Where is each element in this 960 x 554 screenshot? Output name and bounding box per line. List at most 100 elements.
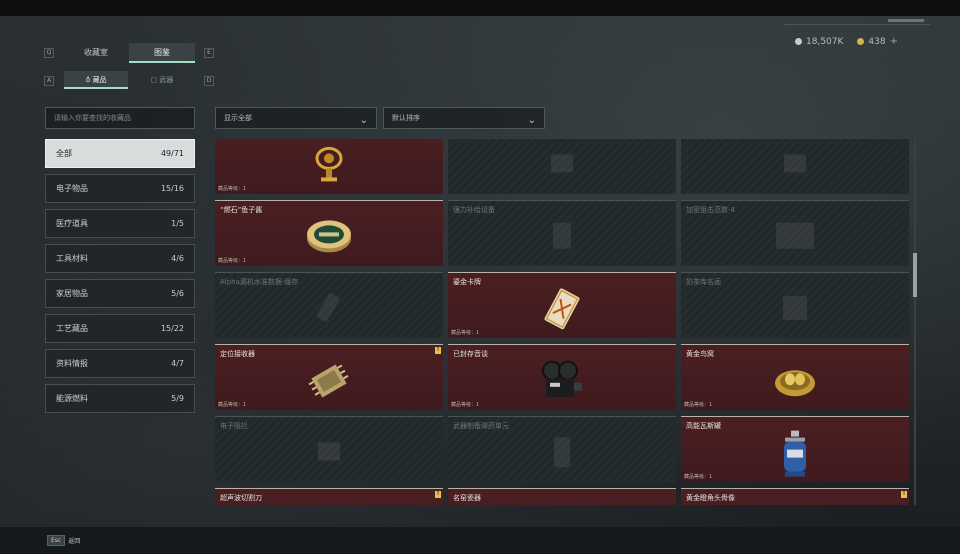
silver-value: 18,507K: [806, 36, 844, 47]
collectible-card[interactable]: 高能瓦斯罐藏品等级：1: [681, 416, 909, 482]
category-medical[interactable]: 医疗道具 1/5: [45, 209, 195, 238]
back-button[interactable]: Esc 返回: [47, 533, 80, 547]
collectible-grade: 藏品等级：1: [451, 330, 480, 336]
search-input[interactable]: 请输入你要查找的收藏品: [45, 107, 195, 129]
collectible-name: 武器制备弹药单元: [453, 422, 509, 430]
category-count: 4/7: [171, 359, 184, 368]
collectible-card[interactable]: 黄金鸟窝 藏品等级：1: [681, 344, 909, 410]
category-tools[interactable]: 工具材料 4/6: [45, 244, 195, 273]
collectible-card[interactable]: 藏品等级：1: [215, 139, 443, 194]
gas-canister-icon: [777, 427, 813, 483]
collectible-card[interactable]: 强力补给设备: [448, 200, 676, 266]
collectible-card[interactable]: Alpha漏机水准数据-缓存: [215, 272, 443, 338]
category-energy[interactable]: 能源燃料 5/9: [45, 384, 195, 413]
category-count: 49/71: [160, 149, 184, 158]
golden-nest-icon: [772, 361, 818, 403]
receiver-icon: [306, 358, 352, 408]
subtab-weapons[interactable]: ▢ 武器: [129, 71, 195, 89]
chevron-down-icon: ⌄: [359, 115, 368, 126]
tab-prev-key[interactable]: Q: [44, 48, 54, 58]
collectible-name: 超声波切割刀: [220, 494, 262, 502]
filter-value: 显示全部: [224, 114, 252, 122]
category-crafts[interactable]: 工艺藏品 15/22: [45, 314, 195, 343]
collectible-name: Alpha漏机水准数据-缓存: [220, 278, 299, 286]
category-intel[interactable]: 资料情报 4/7: [45, 349, 195, 378]
grid-scrollbar-thumb[interactable]: [913, 253, 917, 297]
category-electronics[interactable]: 电子物品 15/16: [45, 174, 195, 203]
collectible-grade: 藏品等级：1: [451, 402, 480, 408]
gold-currency: 438 +: [857, 36, 898, 47]
collectible-name: 已封存音谈: [453, 350, 488, 358]
gold-card-icon: [540, 286, 584, 334]
collectible-card[interactable]: 定位接收器藏品等级：1!: [215, 344, 443, 410]
painting-icon: [778, 290, 812, 328]
subtab-next-key[interactable]: D: [204, 76, 214, 86]
collectible-card[interactable]: 武器制备弹药单元: [448, 416, 676, 482]
subtab-prev-key[interactable]: A: [44, 76, 54, 86]
collectible-card[interactable]: 奶茶库名画: [681, 272, 909, 338]
supply-device-icon: [547, 218, 577, 256]
collectible-name: 黄金瞪角头骨像: [686, 494, 735, 502]
collectible-card[interactable]: 名窑瓷器藏品等级：1: [448, 488, 676, 505]
caviar-tin-icon: [304, 216, 354, 260]
collectible-icon: ♁: [85, 76, 93, 84]
film-projector-icon: [538, 358, 586, 406]
new-badge: !: [435, 347, 441, 354]
blade-icon: [309, 504, 349, 505]
tab-codex[interactable]: 图鉴: [129, 43, 195, 63]
new-badge: !: [901, 491, 907, 498]
tab-next-key[interactable]: E: [204, 48, 214, 58]
back-label: 返回: [68, 537, 81, 545]
add-gold-button[interactable]: +: [890, 36, 898, 47]
device-icon: [314, 436, 344, 470]
collectible-card[interactable]: 已封存音谈藏品等级：1: [448, 344, 676, 410]
collectible-card[interactable]: 超声波切割刀藏品等级：1!: [215, 488, 443, 505]
collectible-name: 高能瓦斯罐: [686, 422, 721, 430]
collectible-card[interactable]: 鎏金卡牌藏品等级：1: [448, 272, 676, 338]
canister-icon: [547, 433, 577, 475]
collectible-grade: 藏品等级：1: [684, 402, 713, 408]
category-count: 4/6: [171, 254, 184, 263]
collectible-name: 鎏金卡牌: [453, 278, 481, 286]
subtab-collectibles-label: 藏品: [92, 76, 107, 84]
category-label: 电子物品: [56, 184, 88, 193]
sort-dropdown[interactable]: 默认排序 ⌄: [383, 107, 545, 129]
chess-piece-icon: [547, 504, 577, 505]
collectible-grade: 藏品等级：1: [218, 402, 247, 408]
tab-collection-room[interactable]: 收藏室: [64, 43, 128, 63]
collectible-card[interactable]: 黄金瞪角头骨像藏品等级：1!: [681, 488, 909, 505]
subtab-weapons-label: 武器: [159, 76, 174, 84]
category-household[interactable]: 家居物品 5/6: [45, 279, 195, 308]
subtab-collectibles[interactable]: ♁ 藏品: [64, 71, 128, 89]
category-all[interactable]: 全部 49/71: [45, 139, 195, 168]
category-label: 家居物品: [56, 289, 88, 298]
collectible-card[interactable]: [448, 139, 676, 194]
collectible-name: 强力补给设备: [453, 206, 495, 214]
collectible-name: 名窑瓷器: [453, 494, 481, 502]
category-count: 15/16: [160, 184, 184, 193]
collectible-grade: 藏品等级：1: [218, 186, 247, 192]
category-label: 资料情报: [56, 359, 88, 368]
esc-key: Esc: [47, 534, 66, 546]
usb-drive-icon: [312, 290, 346, 328]
collectible-card[interactable]: 电子阻拦: [215, 416, 443, 482]
chevron-down-icon: ⌄: [527, 115, 536, 126]
collectible-grade: 藏品等级：1: [218, 258, 247, 264]
category-label: 全部: [56, 149, 72, 158]
trophy-icon: [312, 144, 346, 188]
grid-scrollbar-track[interactable]: [914, 139, 916, 505]
collectible-name: 定位接收器: [220, 350, 255, 358]
collectible-name: “燃石”鱼子酱: [220, 206, 263, 214]
collectible-card[interactable]: [681, 139, 909, 194]
collectible-name: 电子阻拦: [220, 422, 248, 430]
gold-coin-icon: [857, 38, 865, 45]
collectible-name: 奶茶库名画: [686, 278, 721, 286]
sort-value: 默认排序: [392, 114, 420, 122]
filter-dropdown[interactable]: 显示全部 ⌄: [215, 107, 377, 129]
silver-coin-icon: [795, 38, 803, 45]
category-count: 5/6: [171, 289, 184, 298]
collectible-card[interactable]: 加密狙击范数-4: [681, 200, 909, 266]
collectible-card[interactable]: “燃石”鱼子酱 藏品等级：1: [215, 200, 443, 266]
collectible-grade: 藏品等级：1: [684, 474, 713, 480]
footer-bar: [0, 527, 960, 554]
